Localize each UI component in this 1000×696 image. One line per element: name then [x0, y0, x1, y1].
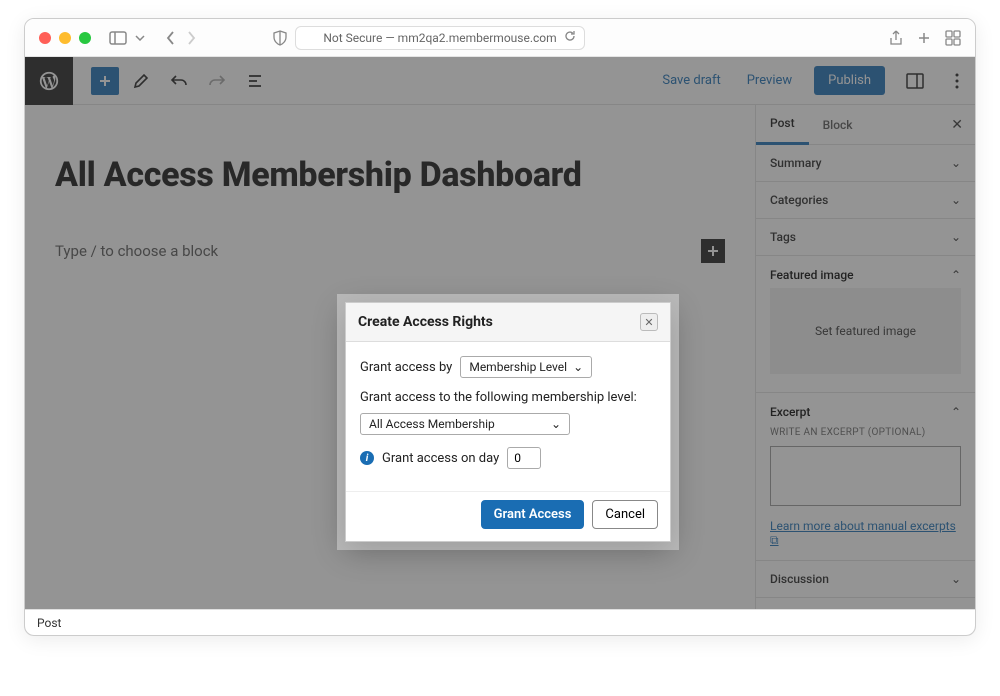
- sidebar-toggle-icon[interactable]: [109, 31, 127, 45]
- tabs-overview-icon[interactable]: [945, 30, 961, 46]
- address-bar[interactable]: Not Secure — mm2qa2.membermouse.com: [295, 26, 585, 50]
- shield-icon[interactable]: [273, 30, 287, 46]
- grant-day-input[interactable]: [507, 447, 541, 469]
- grant-access-by-label: Grant access by: [360, 360, 452, 375]
- membership-level-label: Grant access to the following membership…: [360, 390, 656, 405]
- url-prefix: Not Secure —: [323, 31, 394, 45]
- browser-titlebar: Not Secure — mm2qa2.membermouse.com: [25, 19, 975, 57]
- create-access-rights-dialog: Create Access Rights ✕ Grant access by M…: [345, 302, 671, 542]
- back-icon[interactable]: [165, 31, 177, 45]
- cancel-button[interactable]: Cancel: [592, 500, 658, 529]
- chevron-down-icon[interactable]: [135, 35, 145, 41]
- window-close-icon[interactable]: [39, 32, 51, 44]
- dialog-title: Create Access Rights: [358, 314, 493, 330]
- membership-level-select[interactable]: All Access Membership ⌄: [360, 413, 570, 435]
- editor-footer: Post: [25, 609, 975, 635]
- reload-icon[interactable]: [564, 30, 576, 45]
- window-minimize-icon[interactable]: [59, 32, 71, 44]
- forward-icon[interactable]: [185, 31, 197, 45]
- url-text: mm2qa2.membermouse.com: [398, 31, 557, 45]
- grant-access-button[interactable]: Grant Access: [481, 500, 585, 529]
- grant-day-label: Grant access on day: [382, 451, 499, 466]
- grant-access-by-select[interactable]: Membership Level ⌄: [460, 356, 592, 378]
- close-dialog-icon[interactable]: ✕: [640, 313, 658, 331]
- share-icon[interactable]: [889, 30, 903, 46]
- chevron-down-icon: ⌄: [573, 360, 583, 374]
- chevron-down-icon: ⌄: [551, 417, 561, 431]
- window-zoom-icon[interactable]: [79, 32, 91, 44]
- new-tab-icon[interactable]: [917, 30, 931, 46]
- breadcrumb[interactable]: Post: [37, 616, 61, 630]
- info-icon[interactable]: i: [360, 451, 374, 465]
